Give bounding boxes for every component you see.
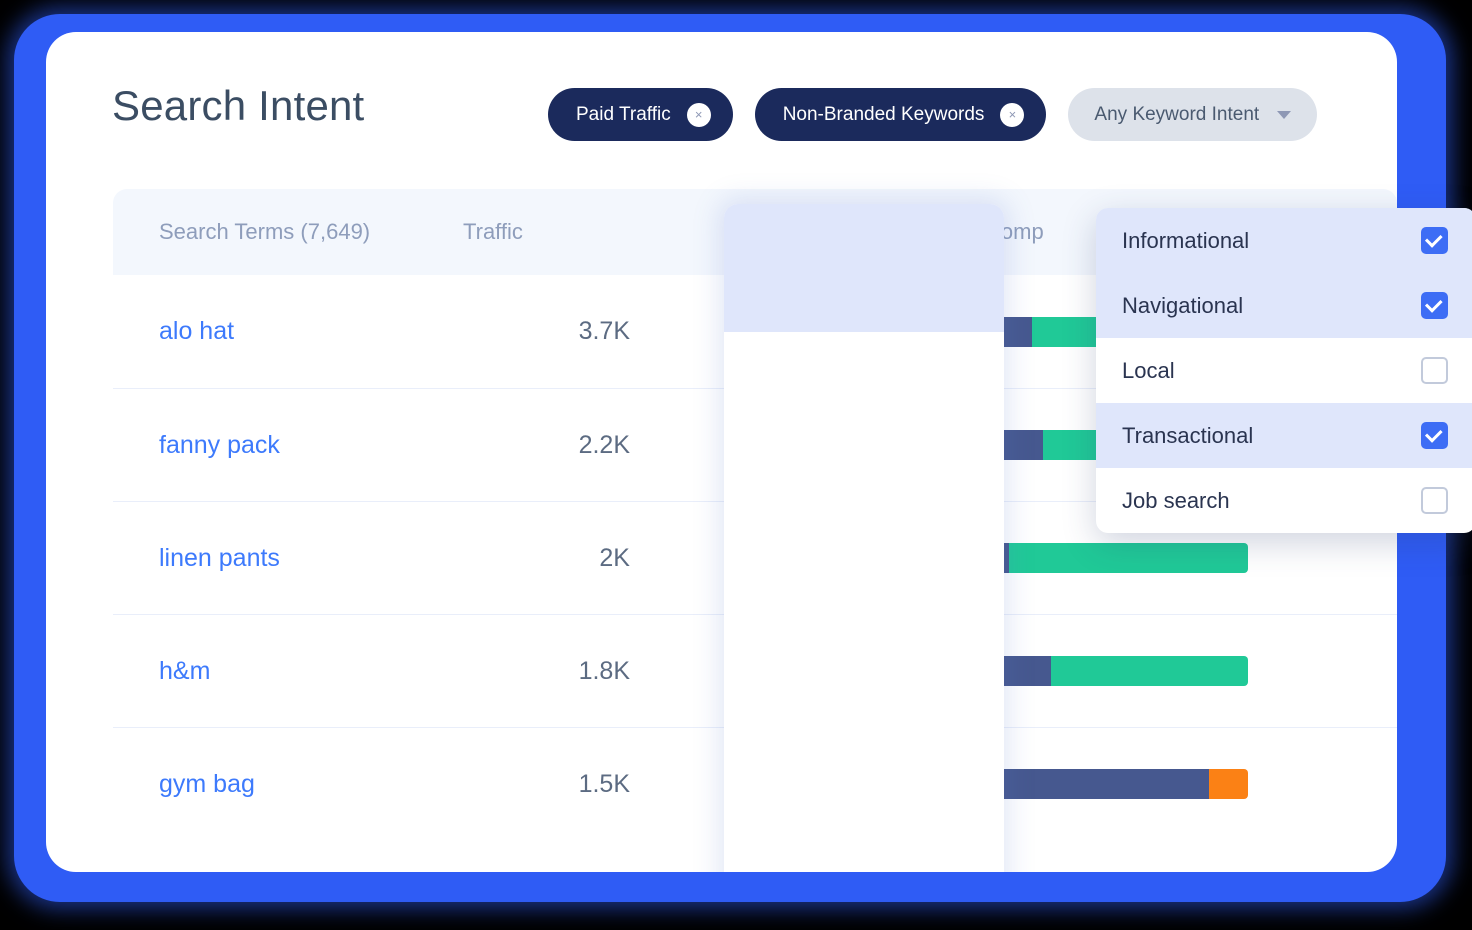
competition-cell [958, 543, 1338, 573]
competition-bar [985, 543, 1248, 573]
competition-bar-segment [985, 316, 1033, 347]
competition-bar [985, 656, 1248, 686]
filter-chip-row: Paid Traffic × Non-Branded Keywords × An… [548, 88, 1318, 141]
dropdown-item-transactional[interactable]: Transactional [1096, 403, 1472, 468]
checkbox-unchecked-icon[interactable] [1421, 357, 1448, 384]
page-title: Search Intent [112, 82, 365, 129]
competition-bar [985, 769, 1248, 799]
filter-chip-label: Non-Branded Keywords [782, 103, 985, 125]
search-term-link[interactable]: gym bag [113, 770, 463, 799]
dropdown-item-job-search[interactable]: Job search [1096, 468, 1472, 533]
keyword-intent-select[interactable]: Any Keyword Intent [1068, 88, 1318, 141]
dropdown-item-label: Informational [1122, 227, 1250, 253]
search-term-link[interactable]: fanny pack [113, 431, 463, 460]
chevron-down-icon [1277, 110, 1292, 119]
traffic-value: 2.2K [578, 430, 630, 459]
dropdown-item-local[interactable]: Local [1096, 338, 1472, 403]
traffic-value: 3.7K [578, 317, 630, 345]
close-icon[interactable]: × [1000, 102, 1025, 127]
filter-chip-paid-traffic[interactable]: Paid Traffic × [548, 88, 733, 141]
competition-cell [958, 656, 1338, 686]
competition-bar-segment [985, 656, 1051, 686]
intent-tag: NAV [724, 653, 792, 689]
filter-chip-non-branded-keywords[interactable]: Non-Branded Keywords × [754, 88, 1047, 141]
search-term-link[interactable]: linen pants [113, 544, 463, 573]
intent-tags: TRANSAC [678, 540, 958, 576]
traffic-value: 2K [599, 543, 630, 572]
intent-tag: TRANSAC [724, 766, 837, 802]
search-intent-card: Search Intent Paid Traffic × Non-Branded… [46, 32, 1472, 872]
column-header-traffic[interactable]: Traffic [463, 219, 678, 245]
intent-tag: TRANSAC [724, 313, 837, 350]
intent-tags: TRANSAC INFO [678, 427, 958, 463]
keyword-intent-dropdown-menu[interactable]: Informational Navigational Local Transactio… [1096, 208, 1472, 533]
search-term-link[interactable]: alo hat [113, 317, 463, 346]
column-header-search-terms[interactable]: Search Terms (7,649) [113, 219, 463, 245]
dropdown-item-label: Local [1122, 357, 1175, 383]
dropdown-item-label: Job search [1122, 487, 1230, 513]
competition-bar-segment [1008, 543, 1248, 573]
checkbox-unchecked-icon[interactable] [1421, 487, 1448, 514]
dropdown-item-label: Transactional [1122, 422, 1254, 448]
dropdown-item-navigational[interactable]: Navigational [1096, 273, 1472, 338]
checkbox-checked-icon[interactable] [1421, 422, 1448, 449]
close-icon[interactable]: × [686, 102, 711, 127]
keyword-intent-select-label: Any Keyword Intent [1094, 103, 1260, 125]
checkbox-checked-icon[interactable] [1421, 227, 1448, 254]
competition-bar-segment [985, 543, 1009, 573]
competition-bar-segment [1050, 656, 1248, 686]
competition-bar-segment [985, 769, 1209, 799]
search-term-link[interactable]: h&m [113, 657, 463, 686]
filter-chip-label: Paid Traffic [576, 103, 671, 125]
competition-cell [958, 769, 1338, 799]
screenshot-stage: Search Intent Paid Traffic × Non-Branded… [0, 0, 1472, 930]
table-row[interactable]: h&m 1.8K NAV [113, 614, 1397, 727]
traffic-value: 1.5K [578, 769, 630, 798]
competition-bar-segment [1208, 769, 1248, 799]
checkbox-checked-icon[interactable] [1421, 292, 1448, 319]
intent-tags: NAV [678, 653, 958, 689]
competition-bar-segment [985, 430, 1043, 460]
intent-tag: TRANSAC [724, 540, 837, 576]
traffic-value: 1.8K [578, 656, 630, 685]
dropdown-item-informational[interactable]: Informational [1096, 208, 1472, 273]
intent-tag: TRANSAC [724, 427, 837, 463]
intent-tags: TRANSAC [678, 766, 958, 802]
intent-tags: TRANSAC [678, 313, 958, 350]
intent-tag: INFO [848, 427, 924, 463]
dropdown-item-label: Navigational [1122, 292, 1244, 318]
table-row[interactable]: gym bag 1.5K TRANSAC [113, 727, 1397, 840]
column-header-intent[interactable]: Intent [678, 219, 958, 245]
